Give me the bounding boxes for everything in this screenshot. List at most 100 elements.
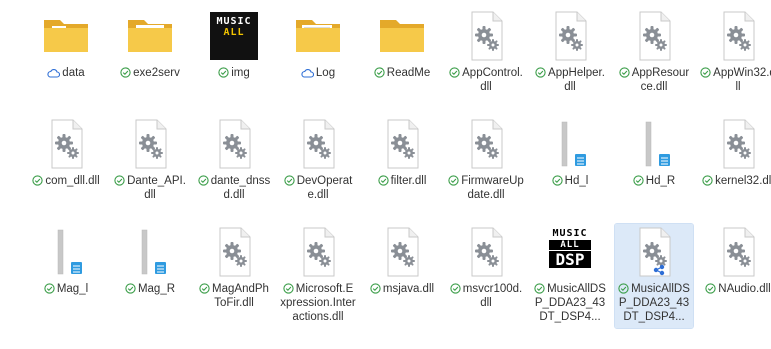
synced-check-icon [114, 175, 125, 186]
synced-check-icon [120, 67, 131, 78]
synced-check-icon [700, 67, 711, 78]
dll-file-icon [460, 118, 512, 170]
data-file-icon [628, 118, 680, 170]
shared-dll-file-icon [628, 226, 680, 278]
file-name: ReadMe [386, 67, 431, 79]
file-label: MusicAllDSP_DDA23_43DT_DSP4... [616, 282, 692, 324]
file-name: Mag_l [56, 283, 89, 295]
data-file-icon [40, 226, 92, 278]
synced-check-icon [32, 175, 43, 186]
file-label: exe2serv [112, 66, 188, 80]
file-name: msvcr100d.dll [462, 283, 523, 309]
file-item[interactable]: exe2serv [111, 8, 189, 112]
file-item[interactable]: NAudio.dll [699, 224, 771, 328]
file-label: AppResource.dll [616, 66, 692, 94]
file-name: DevOperate.dll [296, 175, 353, 201]
synced-check-icon [44, 283, 55, 294]
file-name: kernel32.dll [715, 175, 771, 187]
file-item[interactable]: msvcr100d.dll [447, 224, 525, 328]
cloud-status-icon [301, 68, 314, 78]
file-label: NAudio.dll [700, 282, 771, 296]
file-name: Mag_R [137, 283, 176, 295]
dll-file-icon [376, 226, 428, 278]
file-item[interactable]: Hd_R [615, 116, 693, 220]
file-item[interactable]: AppWin32.dll [699, 8, 771, 112]
file-item[interactable]: Hd_l [531, 116, 609, 220]
file-item[interactable]: MusicAllDSP_DDA23_43DT_DSP4... [614, 223, 694, 329]
file-name: filter.dll [390, 175, 427, 187]
file-label: AppWin32.dll [700, 66, 771, 94]
file-label: kernel32.dll [700, 174, 771, 188]
file-label: filter.dll [364, 174, 440, 188]
dll-file-icon [628, 10, 680, 62]
file-label: Hd_R [616, 174, 692, 188]
file-item[interactable]: msjava.dll [363, 224, 441, 328]
file-item[interactable]: ReadMe [363, 8, 441, 112]
synced-check-icon [283, 283, 294, 294]
file-item[interactable]: com_dll.dll [27, 116, 105, 220]
file-label: ReadMe [364, 66, 440, 80]
synced-check-icon [284, 175, 295, 186]
dll-file-icon [460, 10, 512, 62]
file-label: DevOperate.dll [280, 174, 356, 202]
data-file-icon [544, 118, 596, 170]
file-item[interactable]: MagAndPhToFir.dll [195, 224, 273, 328]
file-item[interactable]: AppResource.dll [615, 8, 693, 112]
file-item[interactable]: Mag_R [111, 224, 189, 328]
file-name: MusicAllDSP_DDA23_43DT_DSP4... [534, 283, 606, 323]
folder-icon [40, 10, 92, 62]
image-thumbnail-icon: MUSIC ALL [208, 10, 260, 62]
file-label: msvcr100d.dll [448, 282, 524, 310]
file-item[interactable]: data [27, 8, 105, 112]
file-label: msjava.dll [364, 282, 440, 296]
file-name: AppResource.dll [631, 67, 690, 93]
synced-check-icon [552, 175, 563, 186]
file-item[interactable]: Log [279, 8, 357, 112]
file-item[interactable]: DevOperate.dll [279, 116, 357, 220]
file-name: AppHelper.dll [548, 67, 605, 93]
synced-check-icon [370, 283, 381, 294]
file-name: exe2serv [133, 67, 180, 79]
file-name: Dante_API.dll [127, 175, 186, 201]
app-logo-icon: MUSIC ALL DSP [544, 226, 596, 278]
file-name: MagAndPhToFir.dll [212, 283, 269, 309]
file-name: img [231, 67, 250, 79]
file-item[interactable]: filter.dll [363, 116, 441, 220]
file-grid: data exe2serv MUSIC ALL img Log ReadMe AppC… [24, 8, 771, 332]
file-label: Mag_l [28, 282, 104, 296]
dll-file-icon [544, 10, 596, 62]
synced-check-icon [534, 283, 545, 294]
file-label: data [28, 66, 104, 80]
folder-icon [124, 10, 176, 62]
file-name: msjava.dll [382, 283, 435, 295]
file-label: Microsoft.Expression.Interactions.dll [280, 282, 356, 324]
file-item[interactable]: MUSIC ALL DSP MusicAllDSP_DDA23_43DT_DSP4..… [531, 224, 609, 328]
file-item[interactable]: FirmwareUpdate.dll [447, 116, 525, 220]
synced-check-icon [450, 283, 461, 294]
file-item[interactable]: Mag_l [27, 224, 105, 328]
dll-file-icon [124, 118, 176, 170]
synced-check-icon [199, 283, 210, 294]
file-name: data [62, 67, 85, 79]
file-label: AppControl.dll [448, 66, 524, 94]
synced-check-icon [374, 67, 385, 78]
synced-check-icon [702, 175, 713, 186]
file-item[interactable]: Microsoft.Expression.Interactions.dll [279, 224, 357, 328]
file-item[interactable]: AppHelper.dll [531, 8, 609, 112]
file-label: MusicAllDSP_DDA23_43DT_DSP4... [532, 282, 608, 324]
synced-check-icon [633, 175, 644, 186]
file-label: Dante_API.dll [112, 174, 188, 202]
file-item[interactable]: dante_dnssd.dll [195, 116, 273, 220]
file-item[interactable]: MUSIC ALL img [195, 8, 273, 112]
file-label: Mag_R [112, 282, 188, 296]
synced-check-icon [448, 175, 459, 186]
file-label: Log [280, 66, 356, 80]
file-name: NAudio.dll [718, 283, 771, 295]
file-item[interactable]: AppControl.dll [447, 8, 525, 112]
folder-icon [292, 10, 344, 62]
file-item[interactable]: Dante_API.dll [111, 116, 189, 220]
file-label: Hd_l [532, 174, 608, 188]
cloud-status-icon [47, 68, 61, 78]
dll-file-icon [712, 226, 764, 278]
file-item[interactable]: kernel32.dll [699, 116, 771, 220]
